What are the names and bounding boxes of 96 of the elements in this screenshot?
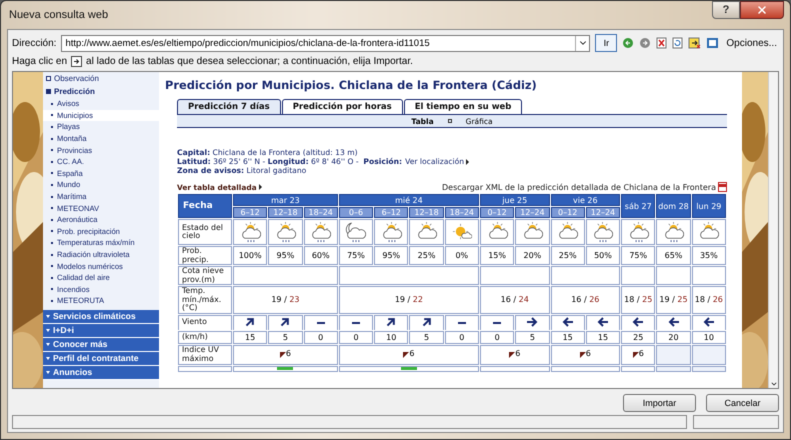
day-header: mié 24 [338,194,479,206]
page-title: Predicción por Municipios. Chiclana de la Frontera (Cádiz) [165,78,538,92]
day-header: mar 23 [233,194,338,206]
address-field[interactable]: http://www.aemet.es/es/eltiempo/prediccion/municipios/chiclana-de-la-frontera-id11015 [61,34,590,52]
table-cell: 25% [550,246,585,265]
day-header: dom 28 [656,194,691,218]
uv-index: 6 [403,349,414,358]
table-cell: 20% [515,246,550,265]
options-icon[interactable] [706,37,720,49]
back-icon[interactable] [622,37,634,49]
uv-index: 6 [509,349,520,358]
scroll-down-icon[interactable] [770,380,778,388]
refresh-icon[interactable] [672,37,684,49]
uv-level-bar-icon [400,367,417,370]
tab[interactable]: Predicción 7 días [177,99,281,114]
uv-index: 6 [280,349,291,358]
sidebar-item[interactable]: Observación [43,72,159,85]
address-label: Dirección: [12,38,56,48]
uv-level-bar-icon [277,367,294,370]
table-cell: 15% [480,246,514,265]
period-header: 0–6 [338,207,374,218]
period-header: 12–24 [586,207,620,218]
forward-icon[interactable] [639,37,652,49]
arrow-box-icon [71,56,82,66]
period-header: 0–12 [480,207,514,218]
table-cell: 10 [374,330,408,344]
sidebar-section[interactable]: Servicios climáticos [43,310,159,324]
table-cell: 15 [233,330,268,344]
table-cell: 16 / 26 [550,286,620,314]
table-cell: 20 [656,330,691,344]
select-table-icon[interactable] [688,37,702,49]
table-cell: 95% [268,246,303,265]
scrollbar[interactable] [768,72,778,388]
cancel-button[interactable]: Cancelar [706,394,779,412]
close-button[interactable] [740,1,784,19]
period-header: 12–18 [409,207,444,218]
sidebar-section[interactable]: I+D+i [43,324,159,338]
day-header: vie 26 [550,194,620,206]
table-cell: 50% [586,246,620,265]
table-cell: 0 [304,330,338,344]
table-cell: 5 [515,330,550,344]
uv-index: 6 [580,349,591,358]
period-header: 0–12 [550,207,585,218]
day-header: lun 29 [692,194,726,218]
period-header: 12–18 [268,207,303,218]
table-cell: 100% [233,246,268,265]
xml-download-link[interactable]: Descargar XML de la predicción detallada de Chiclana de la Frontera [442,182,727,192]
period-header: 6–12 [374,207,408,218]
go-button[interactable]: Ir [595,34,618,52]
document-icon[interactable] [718,182,727,192]
sidebar-section[interactable]: Conocer más [43,338,159,352]
date-header: Fecha [178,194,232,218]
period-header: 6–12 [233,207,268,218]
table-cell: 60% [304,246,338,265]
table-cell: 95% [374,246,408,265]
table-cell: 0% [444,246,479,265]
sidebar-item[interactable]: Predicción [43,85,159,98]
table-cell: 25% [409,246,444,265]
table-cell: 25 [621,330,656,344]
window-title: Nueva consulta web [9,9,108,21]
period-header: 12–24 [515,207,550,218]
period-header: 18–24 [304,207,338,218]
table-cell: 65% [656,246,691,265]
table-cell: 35% [692,246,726,265]
table-cell: 15 [550,330,585,344]
table-cell: 18 / 25 [621,286,656,314]
stop-icon[interactable] [656,37,668,49]
period-header: 18–24 [444,207,479,218]
options-button[interactable]: Opciones... [724,38,779,48]
table-cell: 75% [338,246,374,265]
table-cell: 75% [621,246,656,265]
table-cell: 0 [444,330,479,344]
table-cell: 19 / 23 [233,286,338,314]
table-cell: 15 [586,330,620,344]
table-cell [692,344,726,364]
help-button[interactable]: ? [712,1,740,19]
import-button[interactable]: Importar [623,394,696,412]
uv-index: 6 [632,349,644,358]
tab[interactable]: Predicción por horas [282,99,403,114]
sidebar-section[interactable]: Anuncios [43,366,159,380]
sidebar-section[interactable]: Perfil del contratante [43,352,159,366]
day-header: jue 25 [480,194,550,206]
day-header: sáb 27 [621,194,656,218]
table-cell: 0 [480,330,514,344]
close-icon[interactable] [756,4,768,16]
table-cell: 5 [268,330,303,344]
table-cell: 0 [338,330,374,344]
table-cell: 18 / 26 [692,286,726,314]
table-cell: 19 / 25 [656,286,691,314]
tab[interactable]: El tiempo en su web [404,99,522,114]
table-cell: 19 / 22 [338,286,479,314]
table-cell: 5 [409,330,444,344]
table-cell: 10 [692,330,726,344]
table-cell: 16 / 24 [480,286,550,314]
hint-text: al lado de las tablas que desea seleccionar; a continuación, elija Importar. [86,56,413,66]
hint-text: Haga clic en [12,56,68,66]
